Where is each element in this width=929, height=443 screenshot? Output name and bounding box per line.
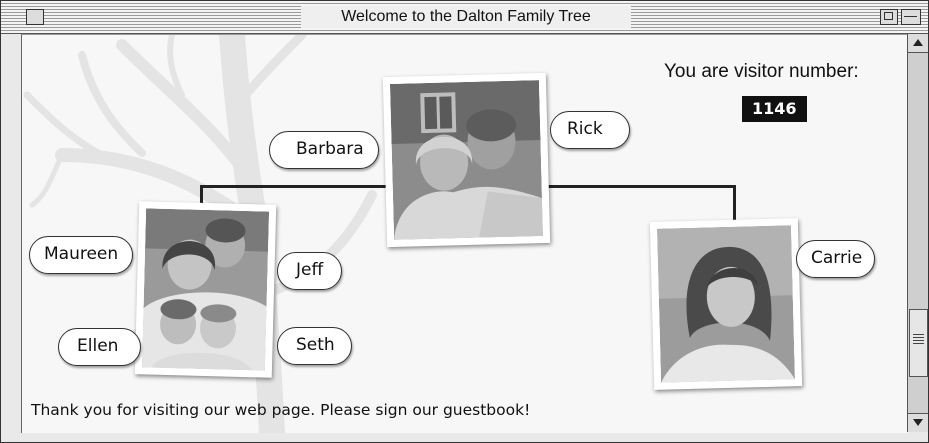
vertical-scrollbar[interactable] — [907, 34, 928, 432]
zoom-box-icon[interactable] — [880, 9, 898, 25]
name-tag-carrie[interactable]: Carrie — [796, 240, 876, 278]
name-label: Jeff — [296, 260, 324, 280]
name-label: Rick — [567, 119, 603, 139]
name-label: Ellen — [77, 336, 119, 356]
title-bar[interactable]: Welcome to the Dalton Family Tree — [1, 1, 928, 34]
name-tag-seth[interactable]: Seth — [277, 327, 352, 365]
connector-line-left-horizontal — [200, 185, 388, 188]
name-tag-jeff[interactable]: Jeff — [277, 252, 343, 290]
photo-image — [657, 225, 795, 383]
footer-message: Thank you for visiting our web page. Ple… — [31, 401, 531, 419]
name-label: Barbara — [296, 139, 364, 159]
window-title: Welcome to the Dalton Family Tree — [341, 8, 591, 25]
page-content: Barbara Rick Maureen Jeff Ellen Seth Car… — [21, 34, 908, 433]
scroll-down-arrow-icon — [913, 419, 923, 426]
name-tag-rick[interactable]: Rick — [550, 111, 630, 149]
browser-window: Welcome to the Dalton Family Tree Barbar… — [0, 0, 929, 443]
scroll-thumb[interactable] — [909, 309, 928, 377]
photo-maureen-family[interactable] — [134, 201, 277, 378]
name-tag-ellen[interactable]: Ellen — [58, 328, 142, 366]
name-label: Carrie — [811, 248, 863, 268]
name-label: Seth — [296, 335, 335, 355]
photo-barbara-rick[interactable] — [382, 72, 551, 248]
photo-carrie[interactable] — [649, 218, 803, 390]
photo-image — [141, 208, 270, 371]
collapse-box-icon[interactable] — [901, 9, 921, 25]
name-tag-barbara[interactable]: Barbara — [269, 131, 379, 169]
scroll-down-button[interactable] — [908, 413, 928, 432]
scroll-up-arrow-icon — [913, 39, 923, 46]
visitor-label: You are visitor number: — [664, 61, 859, 82]
grip-icon — [913, 334, 924, 344]
name-tag-maureen[interactable]: Maureen — [29, 236, 134, 274]
scroll-up-button[interactable] — [908, 34, 928, 53]
connector-line-right-vertical — [733, 185, 736, 220]
connector-line-right-horizontal — [544, 185, 736, 188]
title-wrap: Welcome to the Dalton Family Tree — [301, 6, 631, 28]
visitor-counter: 1146 — [742, 96, 807, 122]
close-box-icon[interactable] — [26, 9, 44, 25]
name-label: Maureen — [44, 244, 119, 264]
photo-image — [389, 80, 544, 240]
